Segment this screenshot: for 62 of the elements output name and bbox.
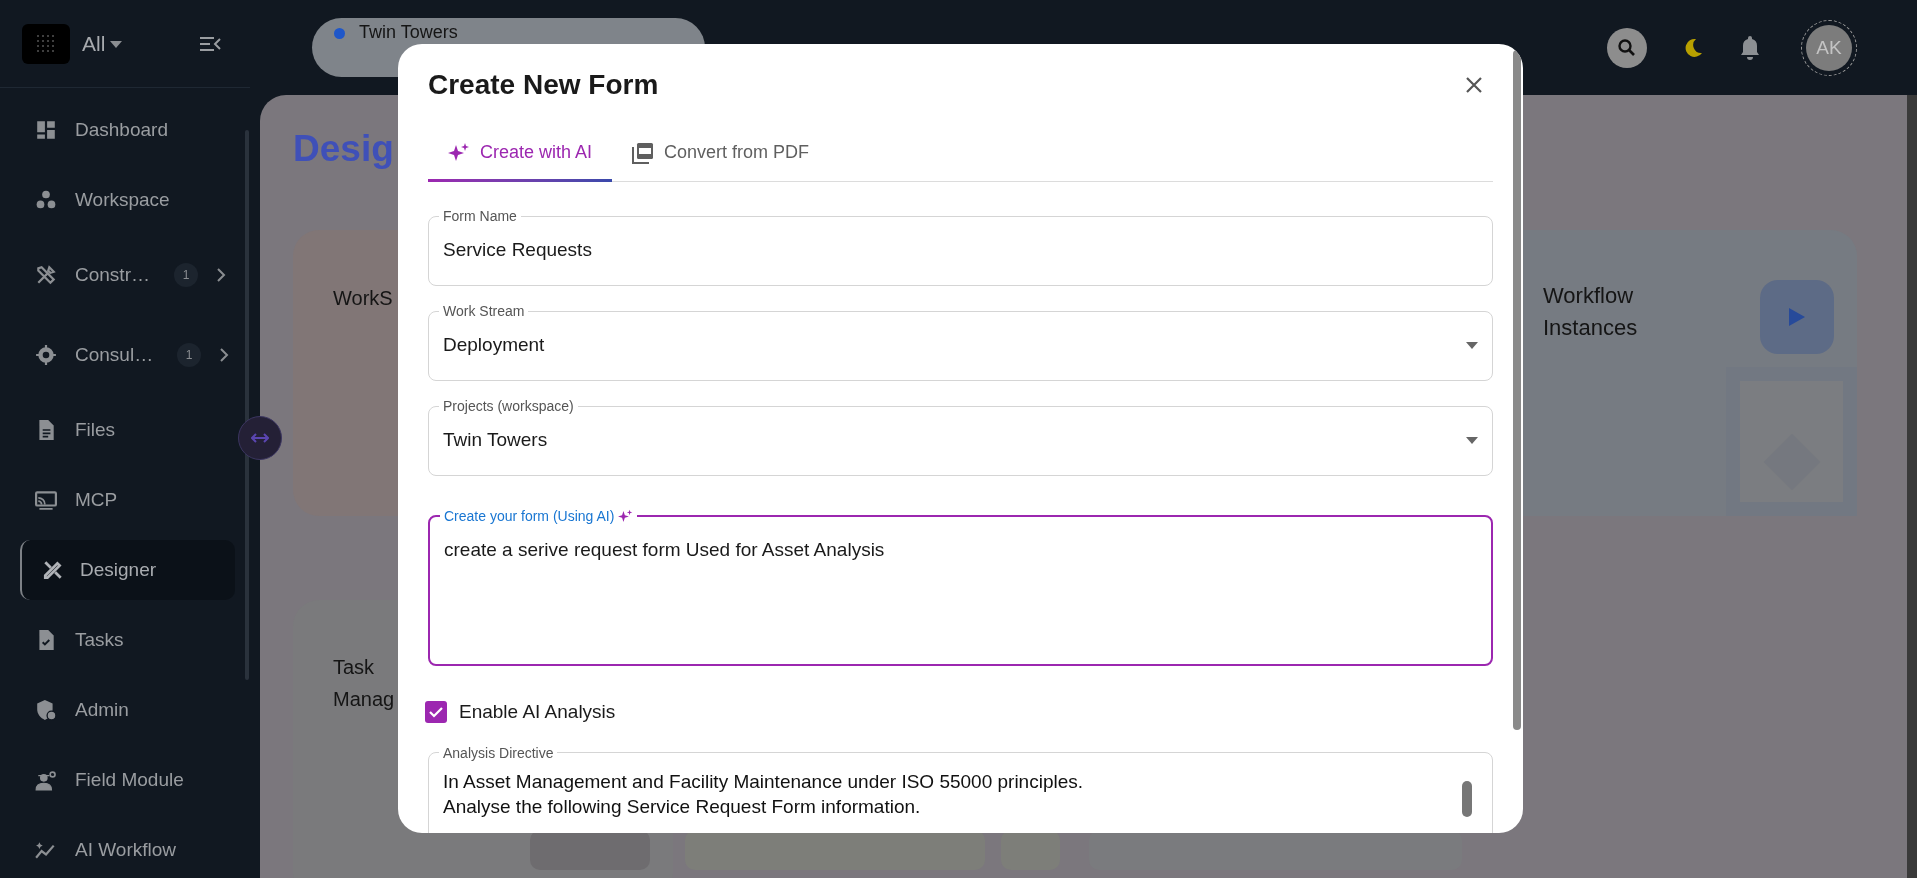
chevron-right-icon xyxy=(219,347,230,363)
page-title: Desig xyxy=(293,127,394,171)
select-field[interactable]: Work Stream Deployment xyxy=(428,303,1493,381)
field-scrollbar[interactable] xyxy=(1462,780,1472,817)
scope-dropdown[interactable]: All xyxy=(82,27,124,60)
directive-text: In Asset Management and Facility Maintenance under ISO 55000 principles. Analyse the following Service Request Form information. xyxy=(442,769,1085,819)
tab[interactable]: Convert from PDF xyxy=(612,124,830,181)
double-arrow-icon xyxy=(251,433,269,443)
circles-icon xyxy=(35,189,57,211)
dropdown-caret-icon xyxy=(1466,342,1478,349)
dropdown-caret-icon xyxy=(1466,437,1478,444)
sidebar-item[interactable]: Constr… 1 xyxy=(20,245,235,305)
search-button[interactable] xyxy=(1607,28,1647,68)
field-label: Projects (workspace) xyxy=(443,398,574,414)
sidebar-item[interactable]: Consul… 1 xyxy=(20,325,235,385)
dialog-scrollbar[interactable] xyxy=(1513,50,1521,730)
sidebar-item[interactable]: Files xyxy=(20,400,235,460)
logo-icon xyxy=(22,23,70,64)
field-label: Work Stream xyxy=(443,303,525,319)
dashboard-icon xyxy=(35,119,57,141)
card-title: Workflow Instances xyxy=(1543,282,1639,342)
close-icon[interactable] xyxy=(1465,76,1483,94)
checkbox[interactable] xyxy=(425,701,447,724)
project-name: Twin Towers xyxy=(359,22,458,42)
search-icon xyxy=(1617,38,1637,58)
caret-icon xyxy=(109,38,124,49)
input-field[interactable]: Form Name Service Requests xyxy=(428,208,1493,286)
card-title: Task Manag xyxy=(333,655,396,712)
select-field[interactable]: Projects (workspace) Twin Towers xyxy=(428,398,1493,476)
sidebar-item[interactable]: Admin xyxy=(20,680,235,740)
count-badge: 1 xyxy=(177,343,202,367)
dialog-title: Create New Form xyxy=(428,68,659,102)
chevron-right-icon xyxy=(215,267,226,283)
sidebar-item[interactable]: AI Workflow xyxy=(20,820,235,878)
content-scrollbar[interactable] xyxy=(1907,95,1917,878)
pencil-ruler-icon xyxy=(42,559,64,581)
resize-handle[interactable] xyxy=(238,416,282,460)
checkbox-label[interactable]: Enable AI Analysis xyxy=(459,698,616,727)
sidebar-item[interactable]: Designer xyxy=(20,540,235,600)
prompt-field[interactable]: Create your form (Using AI) create a serive request form Used for Asset Analysis xyxy=(428,508,1493,666)
play-icon xyxy=(1788,307,1806,327)
card-background xyxy=(1001,830,1060,870)
field-label: Form Name xyxy=(443,208,517,224)
tools-icon xyxy=(35,264,57,286)
count-badge: 1 xyxy=(173,263,198,287)
cast-icon xyxy=(35,489,57,511)
pdf-icon xyxy=(632,141,655,164)
directive-field[interactable]: Analysis Directive In Asset Management and Facility Maintenance under ISO 55000 principles. Analyse the following Service Request Form information. xyxy=(428,744,1493,833)
worker-icon xyxy=(35,769,57,791)
shield-icon xyxy=(35,699,57,721)
field-label: Create your form (Using AI) xyxy=(444,508,615,524)
sidebar-item[interactable]: Dashboard xyxy=(20,100,235,160)
field-label: Analysis Directive xyxy=(443,744,554,761)
sidebar-item[interactable]: Workspace xyxy=(20,170,235,230)
card-title: WorkS xyxy=(333,286,393,311)
sparkle-icon xyxy=(618,508,634,524)
bell-icon[interactable] xyxy=(1739,34,1761,60)
gear-icon xyxy=(35,344,57,366)
sidebar-item[interactable]: Tasks xyxy=(20,610,235,670)
sidebar-item[interactable]: Field Module xyxy=(20,750,235,810)
tab[interactable]: Create with AI xyxy=(428,124,613,181)
sidebar-item[interactable]: MCP xyxy=(20,470,235,530)
